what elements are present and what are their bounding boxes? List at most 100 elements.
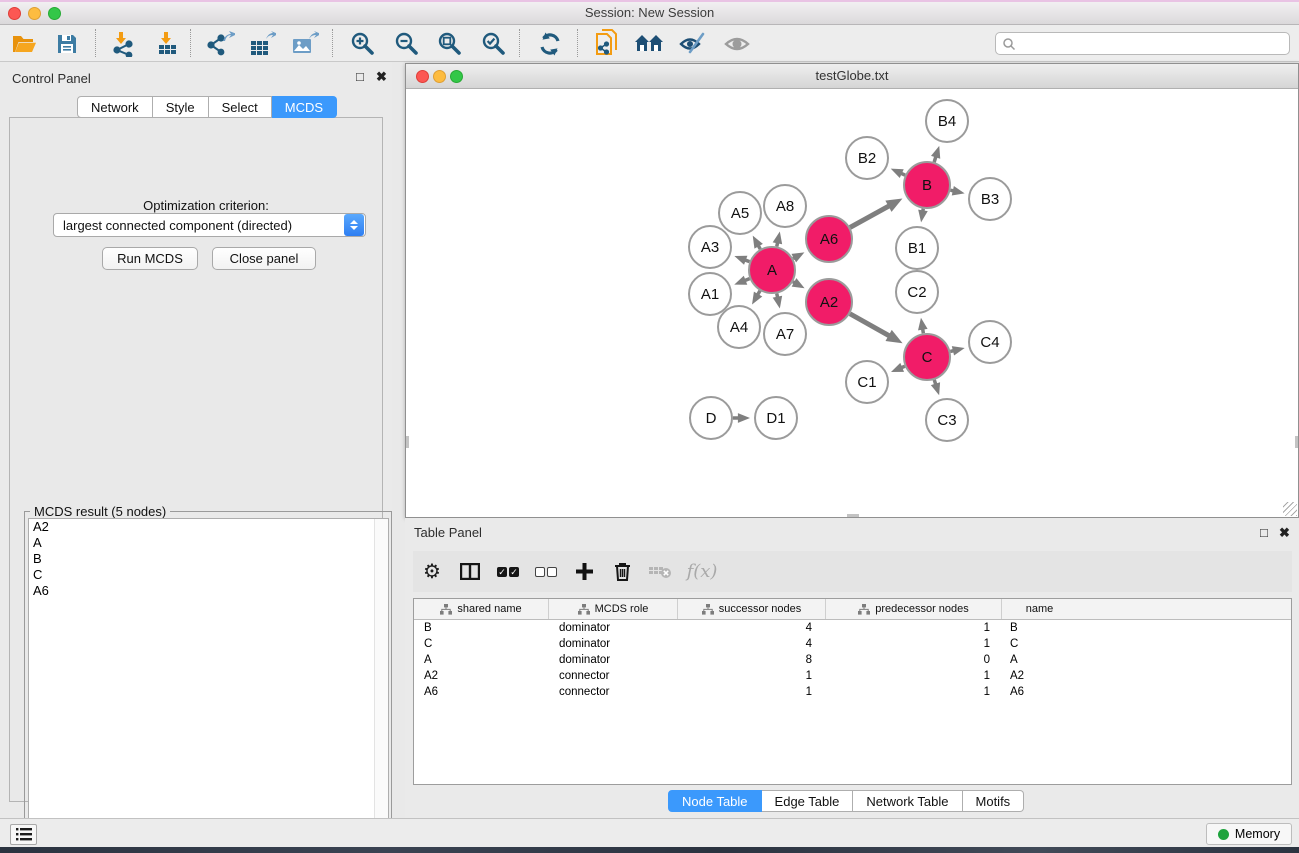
table-panel-tabs: Node TableEdge TableNetwork TableMotifs [668,790,1024,812]
maximize-window-button[interactable] [450,70,463,83]
graph-edge-A2-C[interactable] [850,314,890,337]
cell: A6 [1002,684,1077,700]
export-table-icon[interactable] [243,28,281,59]
graph-node-label: A8 [776,198,794,215]
delete-columns-trash-icon[interactable] [603,557,641,587]
save-session-icon[interactable] [48,28,86,59]
resize-grip[interactable] [406,436,409,448]
search-field[interactable] [995,32,1290,55]
dropdown-stepper-icon [344,214,364,236]
create-new-column-icon[interactable] [565,557,603,587]
scrollbar-track[interactable] [374,519,388,851]
graph-node-label: A [767,262,777,279]
graph-node-label: B3 [981,191,999,208]
table-row[interactable]: Bdominator41B [414,620,1291,636]
tab-select[interactable]: Select [209,96,272,118]
cell: B [1002,620,1077,636]
criterion-dropdown[interactable]: largest connected component (directed) [53,213,366,237]
network-canvas[interactable]: B4B2BB3B1C2A5A8A6A3AA1A2A4A7CC1C4C3DD1 [406,89,1298,517]
resize-grip[interactable] [1295,436,1298,448]
show-view-eye-icon[interactable] [718,28,756,59]
edge-arrowhead-icon [952,346,965,355]
zoom-out-icon[interactable] [388,28,426,59]
table-row[interactable]: A6connector11A6 [414,684,1291,700]
mcds-result-list[interactable]: A2ABCA6 [28,518,389,852]
cell: dominator [549,620,678,636]
maximize-window-button[interactable] [48,7,61,20]
mcds-result-item[interactable]: A [29,535,388,551]
float-panel-icon[interactable]: □ [1260,526,1268,539]
function-builder-icon[interactable]: f(x) [679,557,725,587]
window-resize-grip-icon[interactable] [1283,502,1297,516]
cell: 1 [678,684,826,700]
new-network-from-file-icon[interactable] [589,28,627,59]
hide-graphics-details-icon[interactable] [673,28,711,59]
graph-node-label: B4 [938,113,956,130]
table-options-gear-icon[interactable]: ⚙ [413,557,451,587]
memory-button[interactable]: Memory [1206,823,1292,845]
mcds-result-item[interactable]: B [29,551,388,567]
tab-network[interactable]: Network [77,96,153,118]
close-panel-icon[interactable]: ✖ [1279,526,1290,539]
float-panel-icon[interactable]: □ [356,70,364,83]
deselect-all-checkboxes-icon[interactable] [527,557,565,587]
column-header-MCDS-role[interactable]: MCDS role [549,599,678,619]
edge-arrowhead-icon [885,330,902,343]
column-header-shared-name[interactable]: shared name [414,599,549,619]
column-header-successor-nodes[interactable]: successor nodes [678,599,826,619]
mcds-result-item[interactable]: A2 [29,519,388,535]
tab-motifs[interactable]: Motifs [963,790,1025,812]
select-all-checkboxes-icon[interactable]: ✓✓ [489,557,527,587]
table-row[interactable]: A2connector11A2 [414,668,1291,684]
mcds-result-item[interactable]: C [29,567,388,583]
tab-network-table[interactable]: Network Table [853,790,962,812]
export-image-icon[interactable] [286,28,324,59]
refresh-view-icon[interactable] [531,28,569,59]
tab-edge-table[interactable]: Edge Table [762,790,854,812]
close-panel-icon[interactable]: ✖ [376,70,387,83]
column-header-name[interactable]: name [1002,599,1077,619]
zoom-in-icon[interactable] [344,28,382,59]
cell: 1 [678,668,826,684]
edge-arrowhead-icon [931,382,940,395]
run-mcds-button[interactable]: Run MCDS [102,247,198,270]
cell-filler [1077,668,1291,684]
tab-node-table[interactable]: Node Table [668,790,762,812]
open-file-icon[interactable] [5,28,43,59]
import-network-icon[interactable] [103,28,141,59]
table-row[interactable]: Adominator80A [414,652,1291,668]
minimize-window-button[interactable] [28,7,41,20]
home-pages-icon[interactable] [630,28,668,59]
zoom-fit-icon[interactable] [431,28,469,59]
cell-filler [1077,652,1291,668]
export-network-icon[interactable] [202,28,240,59]
cell: 8 [678,652,826,668]
delete-table-icon[interactable] [641,557,679,587]
close-window-button[interactable] [8,7,21,20]
graph-node-label: A6 [820,231,838,248]
show-column-panel-icon[interactable] [451,557,489,587]
minimize-window-button[interactable] [433,70,446,83]
close-panel-button[interactable]: Close panel [212,247,316,270]
search-input[interactable] [1016,35,1289,53]
table-row[interactable]: Cdominator41C [414,636,1291,652]
edge-arrowhead-icon [752,292,762,305]
graph-node-label: A1 [701,286,719,303]
column-header-predecessor-nodes[interactable]: predecessor nodes [826,599,1002,619]
mcds-result-item[interactable]: A6 [29,583,388,599]
control-panel-tabs: NetworkStyleSelectMCDS [77,96,337,118]
network-window-titlebar[interactable]: testGlobe.txt [406,64,1298,89]
resize-grip[interactable] [847,514,859,517]
graph-node-label: C1 [857,374,876,391]
close-window-button[interactable] [416,70,429,83]
network-graph: B4B2BB3B1C2A5A8A6A3AA1A2A4A7CC1C4C3DD1 [406,89,1298,517]
tab-style[interactable]: Style [153,96,209,118]
import-table-icon[interactable] [148,28,186,59]
memory-status-icon [1218,829,1229,840]
tab-mcds[interactable]: MCDS [272,96,337,118]
graph-node-label: C2 [907,284,926,301]
status-menu-button[interactable] [10,824,37,845]
zoom-selected-icon[interactable] [475,28,513,59]
mcds-result-group: MCDS result (5 nodes) A2ABCA6 [24,511,392,853]
graph-edge-A6-B[interactable] [850,205,890,227]
